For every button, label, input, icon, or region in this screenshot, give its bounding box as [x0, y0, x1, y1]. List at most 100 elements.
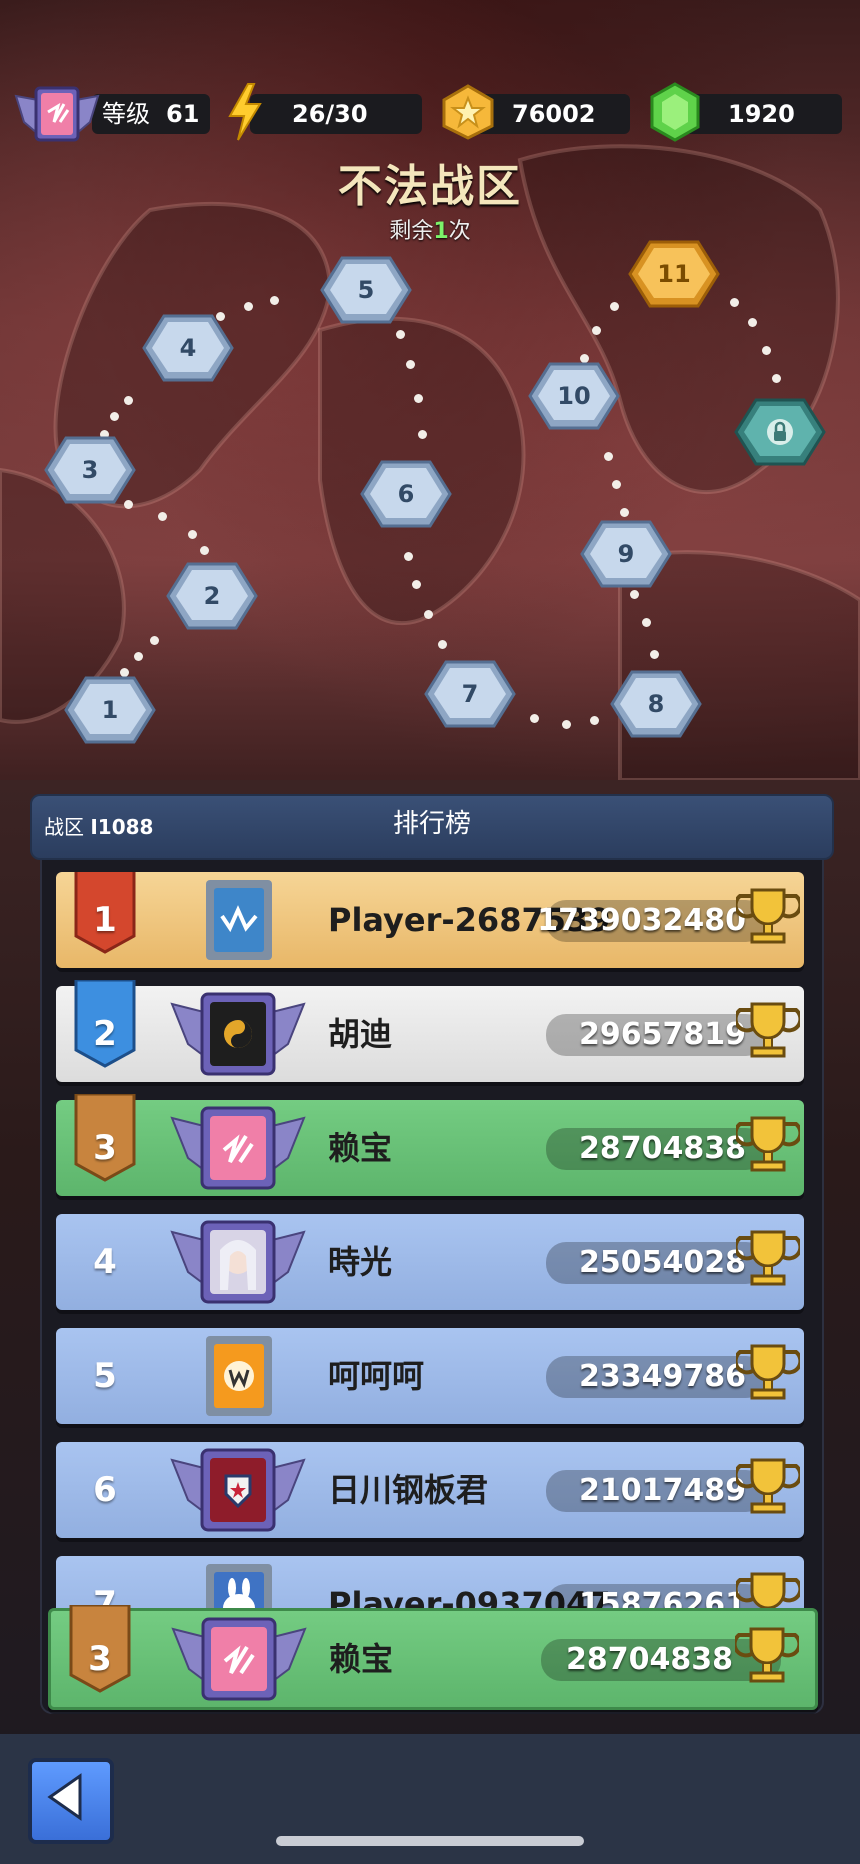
player-name: 時光	[328, 1243, 393, 1281]
rank-number: 2	[93, 1014, 117, 1054]
path-dot	[748, 318, 757, 327]
rank-number: 6	[93, 1470, 117, 1510]
rank-number: 1	[93, 900, 117, 940]
leaderboard-row[interactable]: 4 時光 25054028	[56, 1214, 804, 1310]
my-rank-row[interactable]: 3 赖宝 28704838	[48, 1605, 818, 1710]
path-dot	[124, 396, 133, 405]
player-name: 赖宝	[329, 1640, 394, 1678]
rank-number: 5	[93, 1356, 117, 1396]
back-button[interactable]	[28, 1758, 114, 1844]
stage-number: 1	[101, 696, 119, 724]
energy-value: 26/30	[292, 100, 368, 128]
stage-node-5[interactable]: 5	[320, 256, 412, 324]
player-score: 23349786	[579, 1359, 746, 1394]
trophy-icon	[735, 1627, 799, 1683]
avatar[interactable]	[168, 1562, 308, 1610]
path-dot	[270, 296, 279, 305]
stage-number: 11	[657, 260, 691, 288]
stage-number: 5	[357, 276, 375, 304]
path-dot	[530, 714, 539, 723]
stage-number: 3	[81, 456, 99, 484]
avatar[interactable]	[168, 1220, 308, 1304]
stage-node-7[interactable]: 7	[424, 660, 516, 728]
stage-node-3[interactable]: 3	[44, 436, 136, 504]
leaderboard-row[interactable]: 5 呵呵呵 23349786	[56, 1328, 804, 1424]
path-dot	[418, 430, 427, 439]
top-hud: 等级 61 26/30 76002 1920	[0, 78, 860, 146]
player-score: 21017489	[579, 1473, 746, 1508]
stage-node-2[interactable]: 2	[166, 562, 258, 630]
path-dot	[396, 330, 405, 339]
leaderboard-list[interactable]: 1 Player-2687539 1739032480 2 胡迪 2965781…	[56, 872, 804, 1610]
path-dot	[612, 480, 621, 489]
coin-icon	[442, 84, 494, 140]
level-label: 等级	[102, 100, 150, 128]
stage-node-locked[interactable]	[734, 398, 826, 466]
stage-number: 4	[179, 334, 197, 362]
path-dot	[604, 452, 613, 461]
avatar[interactable]	[168, 1106, 308, 1190]
coins-value: 76002	[512, 100, 596, 128]
player-badge-icon[interactable]	[14, 82, 100, 152]
level-pill[interactable]: 等级 61	[92, 94, 210, 134]
path-dot	[438, 640, 447, 649]
stage-node-10[interactable]: 10	[528, 362, 620, 430]
rank-number: 3	[93, 1128, 117, 1168]
path-dot	[412, 580, 421, 589]
path-dot	[642, 618, 651, 627]
trophy-icon	[736, 1344, 800, 1400]
leaderboard-title: 排行榜	[392, 809, 471, 839]
rank-number: 3	[88, 1639, 112, 1679]
path-dot	[188, 530, 197, 539]
avatar[interactable]	[168, 1448, 308, 1532]
player-score: 29657819	[579, 1017, 746, 1052]
avatar[interactable]	[169, 1617, 309, 1701]
stage-node-4[interactable]: 4	[142, 314, 234, 382]
path-dot	[650, 650, 659, 659]
stage-node-8[interactable]: 8	[610, 670, 702, 738]
avatar[interactable]	[168, 878, 308, 962]
stage-number: 8	[647, 690, 665, 718]
stage-node-6[interactable]: 6	[360, 460, 452, 528]
leaderboard-row[interactable]: 7 Player-0937047 15876261	[56, 1556, 804, 1610]
stage-number: 9	[617, 540, 635, 568]
stage-node-11[interactable]: 11	[628, 240, 720, 308]
remaining-suffix: 次	[448, 219, 471, 244]
player-score: 28704838	[579, 1131, 746, 1166]
path-dot	[414, 394, 423, 403]
path-dot	[406, 360, 415, 369]
remaining-count: 1	[433, 219, 449, 244]
player-name: 赖宝	[328, 1129, 393, 1167]
rank-number: 7	[93, 1584, 117, 1610]
leaderboard-header: 战区 I1088 排行榜	[30, 794, 834, 860]
player-name: 日川钢板君	[328, 1471, 489, 1509]
stage-node-9[interactable]: 9	[580, 520, 672, 588]
remaining-prefix: 剩余	[389, 219, 434, 244]
player-score: 25054028	[579, 1245, 746, 1280]
trophy-icon	[736, 1002, 800, 1058]
trophy-icon	[736, 1116, 800, 1172]
home-indicator[interactable]	[276, 1836, 584, 1846]
leaderboard-row[interactable]: 3 赖宝 28704838	[56, 1094, 804, 1196]
energy-pill[interactable]: 26/30	[250, 94, 422, 134]
stage-number: 7	[461, 680, 479, 708]
leaderboard-row[interactable]: 2 胡迪 29657819	[56, 980, 804, 1082]
gem-icon	[650, 82, 700, 142]
avatar[interactable]	[168, 1334, 308, 1418]
back-arrow-icon	[47, 1773, 82, 1821]
player-score: 15876261	[579, 1587, 746, 1610]
leaderboard-row[interactable]: 1 Player-2687539 1739032480	[56, 872, 804, 968]
page-title: 不法战区	[338, 161, 522, 212]
player-score: 1739032480	[537, 903, 746, 938]
path-dot	[610, 302, 619, 311]
leaderboard-row[interactable]: 6 日川钢板君 21017489	[56, 1442, 804, 1538]
level-value: 61	[166, 100, 200, 128]
remaining-attempts: 剩余1次	[0, 213, 860, 245]
avatar[interactable]	[168, 992, 308, 1076]
player-name: 呵呵呵	[328, 1357, 425, 1395]
path-dot	[150, 636, 159, 645]
trophy-icon	[736, 888, 800, 944]
path-dot	[562, 720, 571, 729]
path-dot	[772, 374, 781, 383]
stage-node-1[interactable]: 1	[64, 676, 156, 744]
